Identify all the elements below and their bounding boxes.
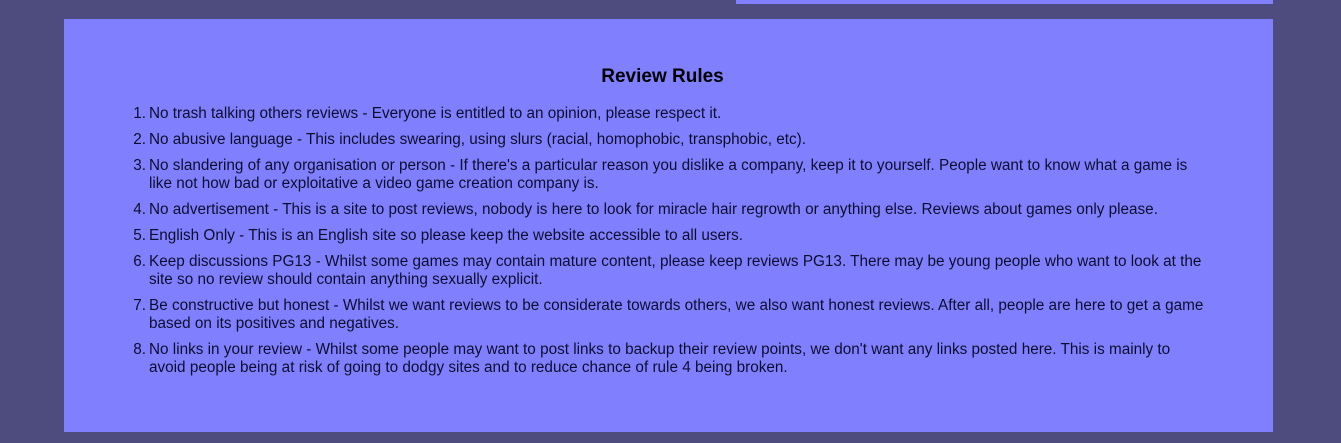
rule-text: No advertisement - This is a site to pos… (149, 201, 1158, 218)
rule-text: No abusive language - This includes swea… (149, 131, 806, 148)
review-rules-title: Review Rules (601, 66, 724, 87)
top-panel-edge (736, 0, 1273, 4)
rule-item: 8. No links in your review - Whilst some … (133, 341, 1209, 377)
rule-number: 5. (133, 227, 146, 244)
rule-item: 5. English Only - This is an English site… (133, 227, 1209, 245)
rule-text: English Only - This is an English site s… (149, 227, 744, 244)
rule-number: 7. (133, 297, 146, 314)
rule-text: No links in your review - Whilst some pe… (149, 341, 1171, 376)
rule-item: 2. No abusive language - This includes sw… (133, 131, 1209, 149)
rule-item: 7. Be constructive but honest - Whilst we… (133, 297, 1209, 333)
rule-number: 4. (133, 201, 146, 218)
rule-item: 3. No slandering of any organisation or p… (133, 157, 1209, 193)
review-rules-list: 1. No trash talking others reviews - Ever… (133, 105, 1209, 385)
rule-number: 6. (133, 253, 146, 270)
rule-number: 3. (133, 157, 146, 174)
rule-item: 4. No advertisement - This is a site to p… (133, 201, 1209, 219)
rule-number: 2. (133, 131, 146, 148)
rule-text: No trash talking others reviews - Everyo… (149, 105, 722, 122)
rule-text: Keep discussions PG13 - Whilst some game… (149, 253, 1202, 288)
rule-number: 1. (133, 105, 146, 122)
rule-item: 1. No trash talking others reviews - Ever… (133, 105, 1209, 123)
rule-text: No slandering of any organisation or per… (149, 157, 1188, 192)
review-rules-panel: Review Rules 1. No trash talking others r… (64, 19, 1273, 432)
rule-item: 6. Keep discussions PG13 - Whilst some ga… (133, 253, 1209, 289)
rule-text: Be constructive but honest - Whilst we w… (149, 297, 1204, 332)
rule-number: 8. (133, 341, 146, 358)
